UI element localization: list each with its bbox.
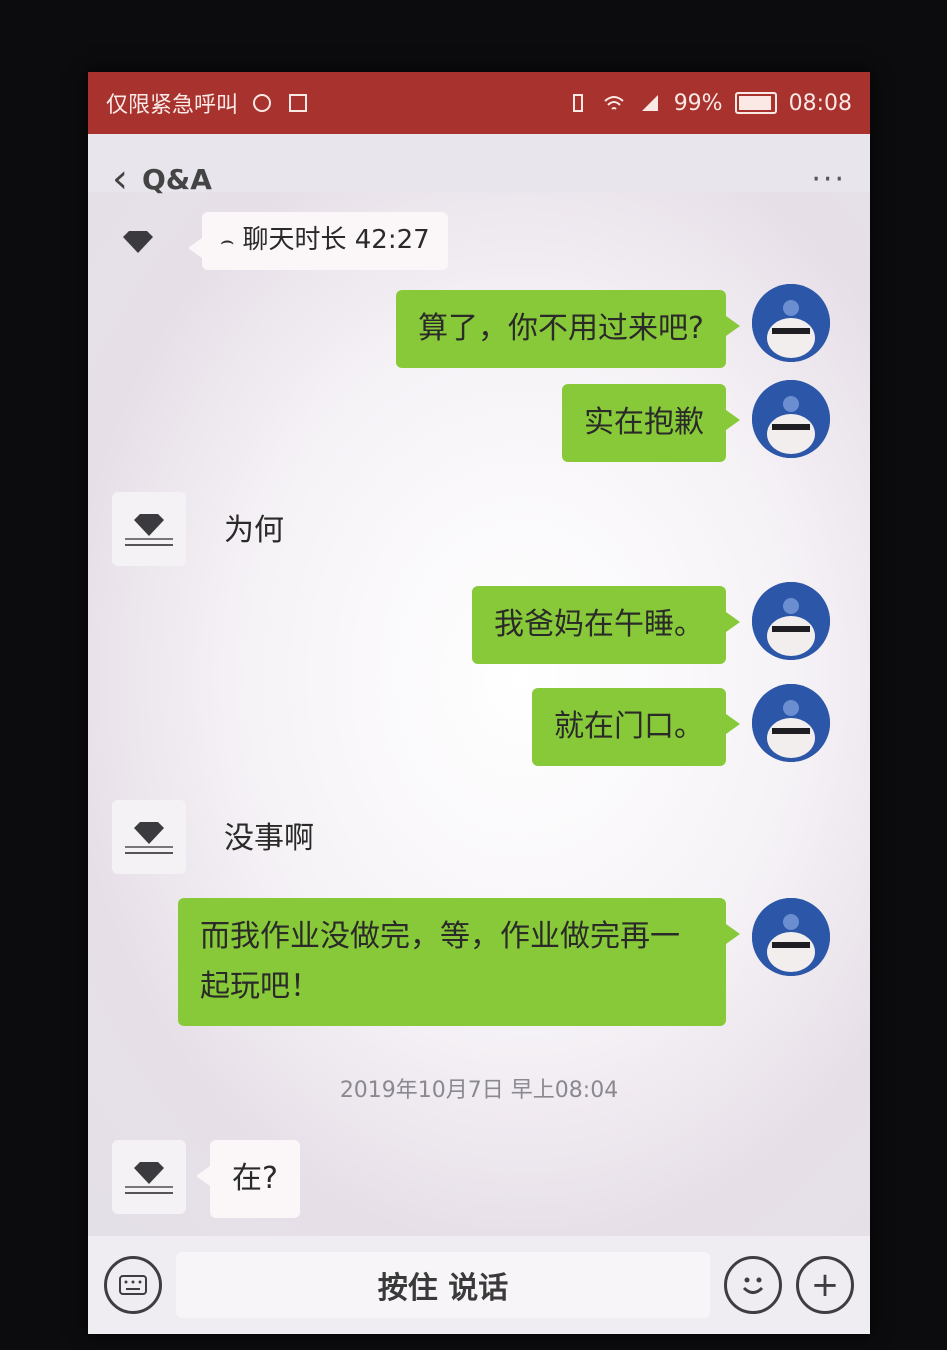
phone-call-icon: ⌢: [220, 229, 235, 254]
message-bubble[interactable]: 实在抱歉: [562, 384, 740, 462]
battery-icon: [734, 92, 777, 114]
hold-to-talk-button[interactable]: 按住 说话: [176, 1252, 710, 1318]
message-row: 我爸妈在午睡。: [472, 582, 830, 664]
vibrate-icon: [572, 94, 583, 112]
diamond-icon: [123, 231, 153, 253]
chevron-left-icon[interactable]: ‹: [112, 159, 128, 199]
message-row: 实在抱歉: [562, 380, 830, 462]
my-avatar[interactable]: [752, 684, 830, 762]
status-bar: 仅限紧急呼叫 99% 08:08: [88, 72, 870, 134]
contact-avatar[interactable]: [112, 1140, 186, 1214]
image-icon: [289, 94, 308, 112]
message-bubble[interactable]: 算了，你不用过来吧?: [396, 290, 740, 368]
contact-avatar[interactable]: [108, 212, 168, 272]
more-icon[interactable]: ···: [811, 162, 846, 197]
plus-icon[interactable]: +: [796, 1256, 854, 1314]
cartoon-face-icon: [752, 582, 830, 660]
contact-avatar[interactable]: [112, 800, 186, 874]
message-bubble[interactable]: 为何: [202, 492, 306, 570]
phone-screen: 仅限紧急呼叫 99% 08:08 ‹ Q&A ··· ⌢ 聊天时长 42:27 算…: [88, 72, 870, 1334]
message-bubble[interactable]: 在?: [196, 1140, 300, 1218]
keyboard-voice-icon[interactable]: [104, 1256, 162, 1314]
message-row: 没事啊: [112, 800, 336, 878]
diamond-icon: [134, 1162, 164, 1184]
message-bubble[interactable]: 我爸妈在午睡。: [472, 586, 740, 664]
cartoon-face-icon: [752, 284, 830, 362]
wifi-icon: [604, 96, 624, 110]
my-avatar[interactable]: [752, 898, 830, 976]
my-avatar[interactable]: [752, 582, 830, 660]
signal-icon: [641, 95, 658, 111]
my-avatar[interactable]: [752, 380, 830, 458]
message-bubble[interactable]: 就在门口。: [532, 688, 740, 766]
message-row: 为何: [112, 492, 306, 570]
notification-icon: [253, 94, 272, 112]
diamond-icon: [134, 822, 164, 844]
diamond-icon: [134, 514, 164, 536]
clock: 08:08: [788, 90, 852, 116]
message-row: 而我作业没做完，等，作业做完再一起玩吧！: [178, 898, 830, 1026]
carrier-label: 仅限紧急呼叫: [106, 93, 239, 118]
chat-header: ‹ Q&A ···: [88, 134, 870, 224]
cartoon-face-icon: [752, 380, 830, 458]
message-bubble[interactable]: 而我作业没做完，等，作业做完再一起玩吧！: [178, 898, 740, 1026]
chat-title: Q&A: [142, 162, 212, 196]
cartoon-face-icon: [752, 898, 830, 976]
chat-input-bar: 按住 说话 +: [88, 1236, 870, 1334]
message-row: ⌢ 聊天时长 42:27: [108, 212, 448, 272]
message-row: 算了，你不用过来吧?: [396, 284, 830, 368]
battery-percent: 99%: [673, 90, 723, 116]
message-bubble[interactable]: 没事啊: [202, 800, 336, 878]
message-bubble[interactable]: ⌢ 聊天时长 42:27: [188, 212, 448, 270]
my-avatar[interactable]: [752, 284, 830, 362]
message-timestamp: 2019年10月7日 早上08:04: [339, 1078, 619, 1103]
cartoon-face-icon: [752, 684, 830, 762]
message-row: 就在门口。: [532, 684, 830, 766]
contact-avatar[interactable]: [112, 492, 186, 566]
emoji-icon[interactable]: [724, 1256, 782, 1314]
message-row: 在?: [112, 1140, 300, 1218]
